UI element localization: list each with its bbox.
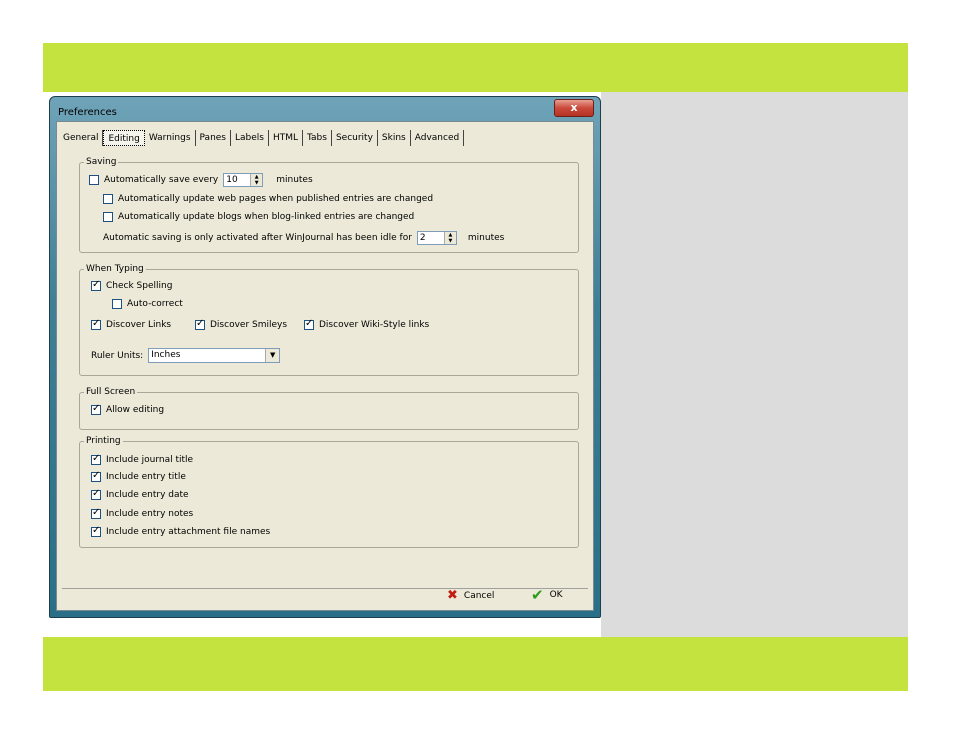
tab-skins[interactable]: Skins bbox=[378, 130, 411, 146]
close-button[interactable]: x bbox=[554, 99, 594, 117]
discover-links-label: Discover Links bbox=[106, 320, 172, 330]
auto-save-label: Automatically save every bbox=[104, 175, 219, 185]
printing-legend: Printing bbox=[86, 436, 121, 446]
print-entry-notes-label: Include entry notes bbox=[106, 509, 194, 519]
tab-labels[interactable]: Labels bbox=[231, 130, 269, 146]
discover-wiki-label: Discover Wiki-Style links bbox=[319, 320, 430, 330]
saving-legend: Saving bbox=[86, 157, 117, 167]
ok-label: OK bbox=[549, 590, 563, 600]
print-attachments-row: Include entry attachment file names bbox=[91, 525, 271, 537]
update-web-row: Automatically update web pages when publ… bbox=[103, 194, 433, 204]
cancel-x-icon: ✖ bbox=[447, 588, 458, 603]
dialog-client-area: General Editing Warnings Panes Labels HT… bbox=[56, 121, 594, 611]
ruler-units-select[interactable]: Inches ▼ bbox=[148, 348, 281, 363]
cancel-button[interactable]: ✖ Cancel bbox=[447, 588, 494, 603]
discover-links-checkbox[interactable] bbox=[91, 318, 101, 330]
print-entry-date-row: Include entry date bbox=[91, 488, 189, 500]
tab-html[interactable]: HTML bbox=[269, 130, 304, 146]
auto-save-row: Automatically save every 10 ▲ ▼ minutes bbox=[89, 173, 313, 187]
auto-save-minutes-value[interactable]: 10 bbox=[224, 174, 250, 186]
check-spelling-row: Check Spelling bbox=[91, 279, 173, 291]
full-screen-legend: Full Screen bbox=[86, 387, 136, 397]
when-typing-legend: When Typing bbox=[86, 264, 144, 274]
bottom-green-band bbox=[43, 637, 908, 691]
idle-minutes-stepper[interactable]: 2 ▲ ▼ bbox=[416, 231, 457, 245]
ok-button[interactable]: ✔ OK bbox=[531, 586, 563, 604]
tab-panes[interactable]: Panes bbox=[196, 130, 231, 146]
idle-row: Automatic saving is only activated after… bbox=[103, 231, 504, 245]
discover-smileys-row: Discover Smileys bbox=[195, 318, 288, 330]
top-green-band bbox=[43, 43, 908, 92]
print-entry-date-checkbox[interactable] bbox=[91, 488, 101, 500]
discover-smileys-checkbox[interactable] bbox=[195, 318, 205, 330]
tab-strip: General Editing Warnings Panes Labels HT… bbox=[59, 130, 465, 148]
print-attachments-label: Include entry attachment file names bbox=[106, 527, 271, 537]
tab-tabs[interactable]: Tabs bbox=[303, 130, 332, 146]
tab-warnings[interactable]: Warnings bbox=[145, 130, 196, 146]
print-journal-title-row: Include journal title bbox=[91, 453, 194, 465]
update-blogs-label: Automatically update blogs when blog-lin… bbox=[118, 212, 415, 222]
print-entry-title-checkbox[interactable] bbox=[91, 470, 101, 482]
ruler-units-label: Ruler Units: bbox=[91, 350, 144, 361]
idle-minutes-value[interactable]: 2 bbox=[418, 232, 444, 244]
print-entry-notes-row: Include entry notes bbox=[91, 507, 194, 519]
window-title: Preferences bbox=[58, 107, 117, 118]
autocorrect-label: Auto-correct bbox=[127, 299, 183, 309]
gray-side-panel bbox=[601, 92, 908, 637]
ruler-units-value[interactable]: Inches bbox=[149, 349, 265, 362]
preferences-window: Preferences x General Editing Warnings P… bbox=[49, 96, 601, 618]
print-entry-title-row: Include entry title bbox=[91, 470, 186, 482]
auto-save-checkbox[interactable] bbox=[89, 175, 99, 185]
discover-links-row: Discover Links bbox=[91, 318, 172, 330]
auto-save-minutes-stepper[interactable]: 10 ▲ ▼ bbox=[223, 173, 264, 187]
allow-editing-row: Allow editing bbox=[91, 403, 165, 415]
update-blogs-row: Automatically update blogs when blog-lin… bbox=[103, 212, 414, 222]
idle-unit: minutes bbox=[467, 233, 505, 243]
discover-wiki-row: Discover Wiki-Style links bbox=[304, 318, 430, 330]
chevron-down-icon[interactable]: ▼ bbox=[265, 349, 280, 362]
autocorrect-row: Auto-correct bbox=[112, 299, 183, 309]
auto-save-unit: minutes bbox=[276, 175, 313, 185]
check-spelling-label: Check Spelling bbox=[106, 281, 173, 291]
print-attachments-checkbox[interactable] bbox=[91, 525, 101, 537]
checkmark-icon: ✔ bbox=[531, 586, 544, 604]
print-entry-date-label: Include entry date bbox=[106, 490, 189, 500]
spin-down-icon[interactable]: ▼ bbox=[251, 180, 262, 186]
update-web-checkbox[interactable] bbox=[103, 194, 113, 204]
idle-label: Automatic saving is only activated after… bbox=[103, 233, 412, 243]
button-bar: ✖ Cancel ✔ OK bbox=[57, 580, 593, 610]
autocorrect-checkbox[interactable] bbox=[112, 299, 122, 309]
print-journal-title-label: Include journal title bbox=[106, 455, 194, 465]
print-entry-notes-checkbox[interactable] bbox=[91, 507, 101, 519]
update-blogs-checkbox[interactable] bbox=[103, 212, 113, 222]
tab-editing[interactable]: Editing bbox=[103, 130, 145, 146]
spin-down-icon[interactable]: ▼ bbox=[445, 238, 456, 244]
print-journal-title-checkbox[interactable] bbox=[91, 453, 101, 465]
discover-wiki-checkbox[interactable] bbox=[304, 318, 314, 330]
tab-advanced[interactable]: Advanced bbox=[411, 130, 465, 146]
print-entry-title-label: Include entry title bbox=[106, 472, 186, 482]
title-bar[interactable]: Preferences x bbox=[50, 97, 600, 121]
allow-editing-checkbox[interactable] bbox=[91, 403, 101, 415]
discover-smileys-label: Discover Smileys bbox=[210, 320, 288, 330]
close-icon: x bbox=[570, 101, 578, 114]
tab-security[interactable]: Security bbox=[332, 130, 378, 146]
allow-editing-label: Allow editing bbox=[106, 405, 165, 415]
tab-general[interactable]: General bbox=[59, 130, 104, 146]
check-spelling-checkbox[interactable] bbox=[91, 279, 101, 291]
ruler-units-row: Ruler Units: Inches ▼ bbox=[91, 348, 281, 363]
editing-tab-panel: Saving Automatically save every 10 ▲ ▼ mi… bbox=[62, 152, 588, 589]
cancel-label: Cancel bbox=[463, 590, 495, 601]
update-web-label: Automatically update web pages when publ… bbox=[118, 194, 434, 204]
